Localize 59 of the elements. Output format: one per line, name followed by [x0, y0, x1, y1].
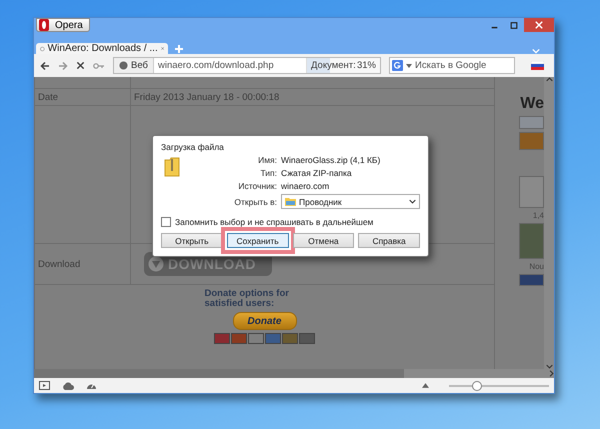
key-icon[interactable]: [93, 62, 105, 70]
table-cell: Date: [38, 92, 58, 102]
folder-icon: [285, 197, 296, 206]
open-with-select[interactable]: Проводник: [281, 194, 420, 209]
field-label: Открыть в:: [233, 196, 278, 206]
checkbox-box[interactable]: [161, 217, 171, 227]
stop-icon[interactable]: [76, 61, 85, 70]
scroll-right-icon: [549, 370, 554, 377]
scroll-down-icon: [546, 364, 552, 369]
search-field[interactable]: Искать в Google: [389, 57, 515, 74]
close-icon: [535, 21, 543, 29]
flag-icon[interactable]: [531, 61, 544, 70]
vertical-scrollbar[interactable]: [544, 77, 554, 369]
progress-reading: 31%: [356, 60, 376, 71]
badge-label: Веб: [131, 60, 148, 71]
back-icon[interactable]: [40, 60, 50, 70]
dialog-button[interactable]: Отмена: [292, 233, 354, 248]
field-label: Имя:: [257, 155, 278, 165]
table-cell: Download: [38, 258, 80, 270]
url-text: winaero.com/download.php: [158, 60, 274, 71]
close-button[interactable]: [524, 18, 554, 32]
address-field[interactable]: Веб winaero.com/download.php Документ:31%: [113, 57, 381, 74]
chevron-down-icon[interactable]: [532, 48, 540, 54]
zip-folder-icon: [164, 156, 180, 176]
donate-button[interactable]: Donate: [232, 312, 296, 330]
forward-icon[interactable]: [58, 60, 68, 70]
field-label: Источник:: [237, 181, 278, 191]
field-value: Сжатая ZIP-папка: [281, 168, 353, 178]
panel-toggle-icon[interactable]: [39, 381, 50, 390]
caret-icon: [406, 64, 412, 68]
dialog-button[interactable]: Справка: [358, 233, 420, 248]
cloud-icon[interactable]: [62, 382, 74, 390]
opera-menu-button[interactable]: Opera: [36, 18, 90, 32]
chevron-down-icon: [409, 199, 416, 204]
field-label: Тип:: [259, 168, 278, 178]
sidebar-caption: Nou: [529, 262, 544, 271]
field-value: WinaeroGlass.zip (4,1 КБ): [281, 155, 382, 165]
browser-tab[interactable]: WinAero: Downloads / ...: [36, 43, 168, 54]
close-icon: [160, 45, 164, 52]
new-tab-icon[interactable]: [174, 44, 184, 54]
horizontal-scrollbar[interactable]: [34, 369, 554, 378]
donate-text: Donate options for satisfied users:: [204, 289, 290, 309]
globe-icon: [119, 61, 128, 70]
remember-checkbox[interactable]: Запомнить выбор и не спрашивать в дальнейшем: [161, 217, 420, 227]
dialog-button[interactable]: Открыть: [161, 233, 223, 248]
maximize-icon: [510, 22, 518, 28]
dialog-title: Загрузка файла: [161, 142, 225, 152]
progress-label: Документ:: [311, 60, 356, 71]
sidebar-count: 1,4: [532, 211, 544, 220]
arrow-down-icon: [148, 256, 164, 272]
slider-thumb[interactable]: [472, 380, 482, 390]
opera-logo-icon: [39, 19, 49, 31]
field-value: winaero.com: [281, 181, 330, 191]
table-cell: Friday 2013 January 18 - 00:00:18: [134, 92, 280, 102]
sidebar-heading: We: [520, 95, 544, 113]
caret-up-icon[interactable]: [422, 383, 429, 388]
google-g-icon: [392, 60, 403, 71]
tab-title: WinAero: Downloads / ...: [48, 43, 158, 54]
scroll-up-icon: [546, 77, 552, 82]
